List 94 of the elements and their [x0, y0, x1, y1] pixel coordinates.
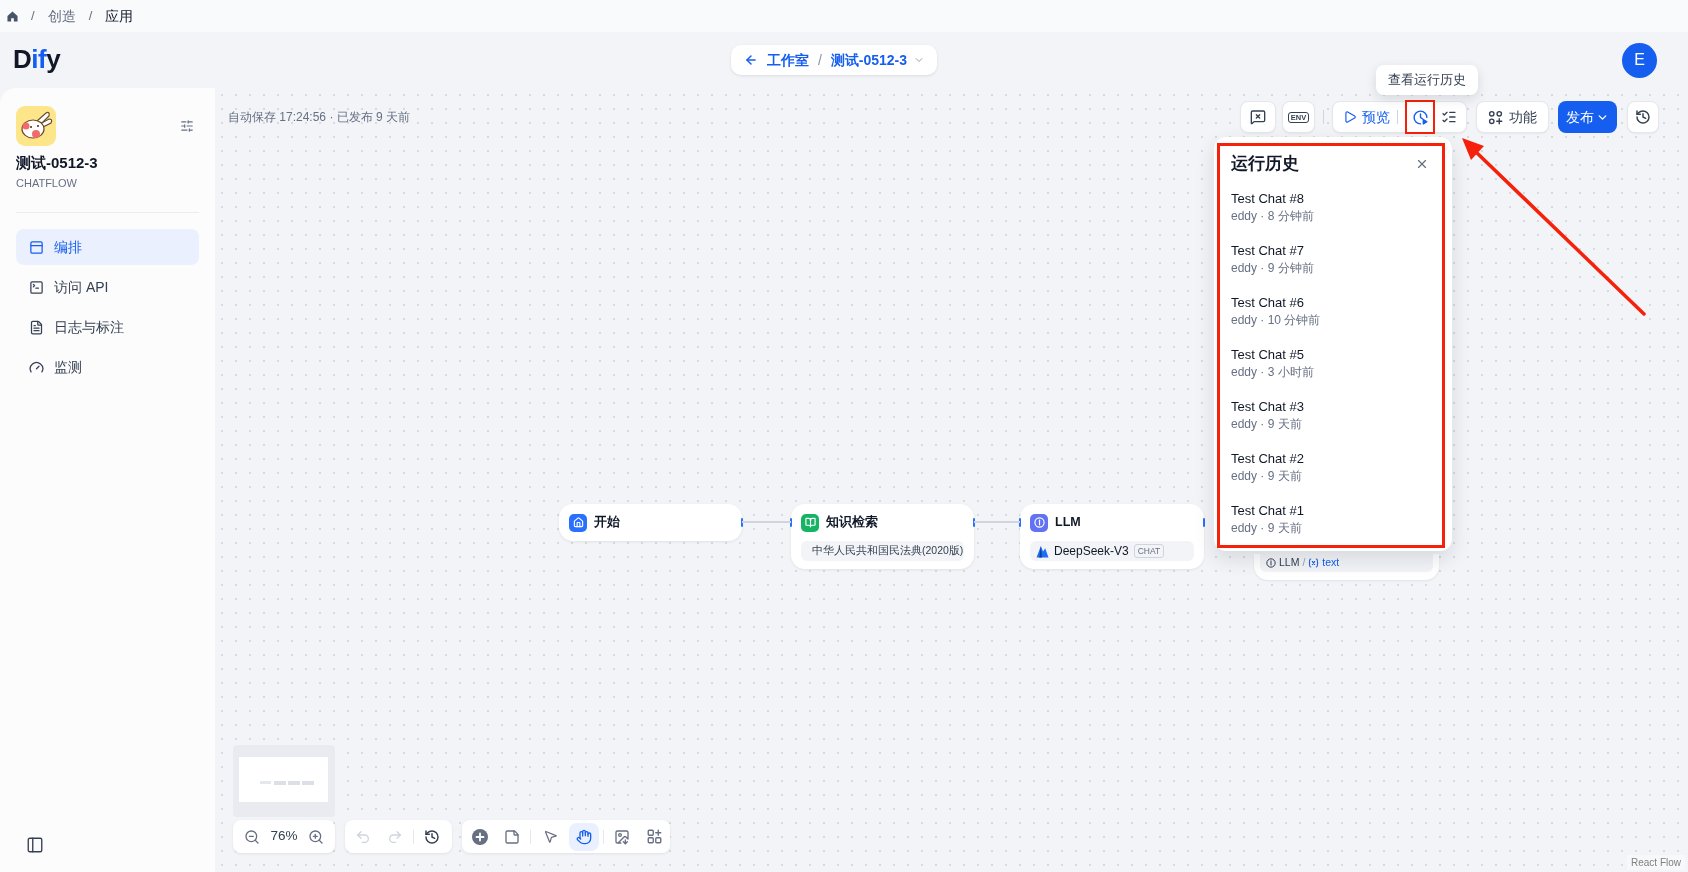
- node-title: LLM: [1055, 514, 1081, 532]
- history-icon: [1635, 109, 1651, 125]
- run-meta: eddy · 9 天前: [1231, 468, 1303, 484]
- home-icon[interactable]: [7, 10, 18, 22]
- run-title[interactable]: Test Chat #6: [1231, 294, 1442, 311]
- nav-item[interactable]: 编排: [16, 229, 199, 265]
- run-title[interactable]: Test Chat #3: [1231, 398, 1442, 415]
- nav-item[interactable]: 访问 API: [16, 269, 199, 305]
- edge-line: [742, 521, 791, 523]
- minimap-node: [288, 781, 300, 785]
- path-separator: /: [1302, 555, 1306, 571]
- apps-icon: [1488, 109, 1503, 125]
- dify-logo[interactable]: Dify: [13, 43, 61, 74]
- app-type: CHATFLOW: [16, 176, 78, 190]
- image-download-icon: [614, 828, 630, 845]
- settings-button[interactable]: [179, 118, 195, 134]
- panel-left-icon: [26, 836, 44, 854]
- rabbit-icon: [16, 106, 56, 146]
- book-open-icon: [801, 513, 819, 532]
- run-title[interactable]: Test Chat #5: [1231, 346, 1442, 363]
- breadcrumb-separator: /: [31, 7, 35, 26]
- checklist-icon: [1441, 109, 1457, 125]
- run-meta: eddy · 8 分钟前: [1231, 208, 1315, 224]
- preview-button[interactable]: 预览: [1343, 106, 1390, 128]
- document-icon: [29, 319, 44, 335]
- knowledge-name: 中华人民共和国民法典(2020版): [812, 543, 964, 559]
- run-title[interactable]: Test Chat #8: [1231, 190, 1442, 207]
- history-icon: [424, 828, 440, 845]
- nav-item[interactable]: 日志与标注: [16, 309, 199, 345]
- features-button[interactable]: 功能: [1476, 101, 1549, 133]
- node-title: 知识检索: [826, 514, 878, 532]
- workflow-node[interactable]: LLM DeepSeek-V3 CHAT: [1020, 504, 1204, 569]
- app-name: 测试-0512-3: [16, 153, 99, 173]
- run-title[interactable]: Test Chat #2: [1231, 450, 1442, 467]
- gauge-icon: [29, 359, 44, 375]
- run-meta: eddy · 9 天前: [1231, 520, 1303, 536]
- source-node-label: LLM: [1279, 555, 1300, 571]
- path-separator: /: [817, 50, 822, 70]
- grid-plus-icon: [646, 829, 662, 844]
- model-name: DeepSeek-V3: [1054, 543, 1129, 560]
- workflow-node[interactable]: 开始: [559, 504, 742, 541]
- redo-icon: [387, 828, 403, 845]
- run-title[interactable]: Test Chat #1: [1231, 502, 1442, 519]
- zoom-in-button[interactable]: [307, 827, 325, 846]
- nav-item[interactable]: 监测: [16, 349, 199, 385]
- mode-tag: CHAT: [1133, 544, 1165, 558]
- window-icon: [29, 239, 44, 255]
- variable-label: text: [1322, 555, 1340, 571]
- app-switcher[interactable]: 测试-0512-3: [830, 49, 926, 71]
- user-avatar[interactable]: E: [1622, 42, 1657, 78]
- run-meta: eddy · 9 分钟前: [1231, 260, 1315, 276]
- zoom-in-icon: [308, 828, 324, 845]
- house-icon: [569, 513, 587, 532]
- sliders-icon: [180, 119, 194, 133]
- breadcrumb-separator: /: [88, 7, 93, 26]
- node-title: 开始: [594, 514, 620, 532]
- note-icon: [504, 828, 520, 845]
- peaks-icon: [1036, 544, 1049, 558]
- run-title[interactable]: Test Chat #7: [1231, 242, 1442, 259]
- breadcrumb-link[interactable]: 创造: [47, 5, 76, 27]
- hand-icon: [576, 828, 592, 845]
- run-meta: eddy · 3 小时前: [1231, 364, 1315, 380]
- run-meta: eddy · 10 分钟前: [1231, 312, 1322, 328]
- zoom-out-icon: [244, 828, 260, 845]
- add-circle-icon: [472, 828, 488, 845]
- back-button[interactable]: 工作室: [743, 49, 809, 71]
- version-history-button[interactable]: [1627, 101, 1659, 133]
- play-icon: [1343, 110, 1357, 124]
- edge-line: [974, 521, 1020, 523]
- minimap-node: [274, 781, 286, 785]
- hand-tool-button[interactable]: [569, 822, 599, 851]
- attribution-link[interactable]: React Flow: [1627, 855, 1685, 870]
- clock-play-icon: [1411, 108, 1429, 126]
- publish-button[interactable]: 发布: [1558, 101, 1617, 133]
- minimap-node: [302, 781, 314, 785]
- save-status: 自动保存 17:24:56 · 已发布 9 天前: [228, 109, 411, 126]
- pointer-icon: [542, 829, 558, 844]
- tooltip: 查看运行历史: [1376, 65, 1478, 95]
- zoom-out-button[interactable]: [243, 827, 261, 846]
- panel-title: 运行历史: [1231, 152, 1299, 175]
- sidebar-toggle-button[interactable]: [25, 835, 45, 855]
- circle-icon: [1266, 558, 1276, 568]
- arrow-left-icon: [743, 53, 758, 67]
- variable-icon: [1308, 558, 1320, 568]
- connection-handle[interactable]: [1203, 518, 1205, 527]
- breadcrumb-current: 应用: [105, 6, 134, 26]
- workflow-node[interactable]: LLM / text: [1254, 554, 1439, 580]
- clear-chat-button[interactable]: [1240, 101, 1276, 133]
- zoom-level[interactable]: 76%: [270, 826, 298, 847]
- message-x-icon: [1250, 109, 1266, 125]
- workflow-node[interactable]: 知识检索 中华人民共和国民法典(2020版): [791, 504, 974, 569]
- undo-icon: [355, 828, 371, 845]
- run-meta: eddy · 9 天前: [1231, 416, 1303, 432]
- terminal-icon: [29, 279, 44, 295]
